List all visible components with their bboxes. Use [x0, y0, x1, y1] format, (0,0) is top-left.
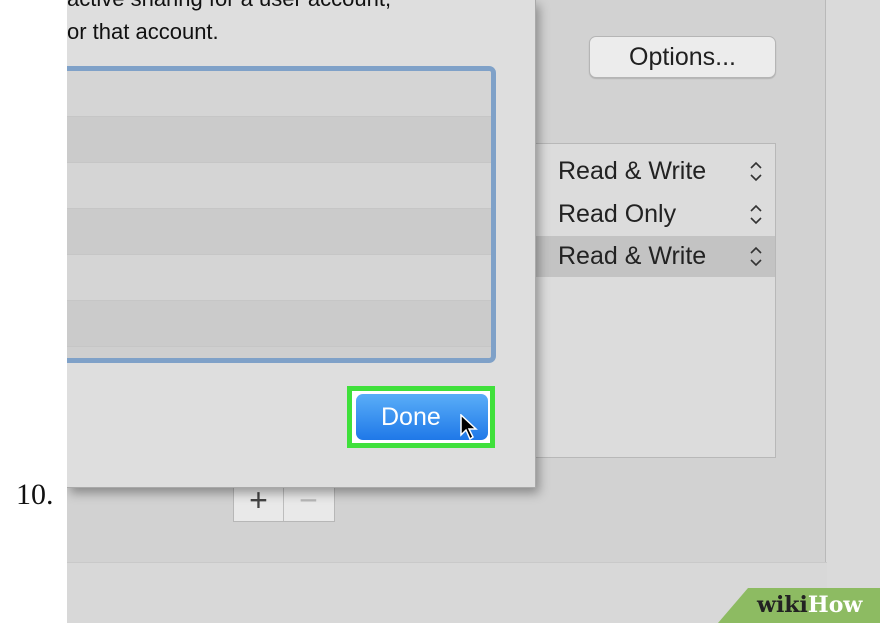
permission-row[interactable]: Read Only	[536, 194, 775, 235]
instruction-line-2: or that account.	[67, 19, 219, 44]
chevron-updown-icon[interactable]	[748, 151, 764, 192]
window-bottom-strip	[67, 562, 827, 623]
options-button[interactable]: Options...	[589, 36, 776, 78]
permission-row-selected[interactable]: Read & Write	[536, 236, 775, 277]
watermark-how: How	[807, 592, 863, 618]
list-item[interactable]	[67, 209, 491, 255]
users-list[interactable]	[67, 66, 496, 363]
chevron-updown-icon[interactable]	[748, 194, 764, 235]
step-number: 10.	[16, 478, 54, 511]
permission-row[interactable]: Read & Write	[536, 151, 775, 192]
permissions-table[interactable]: Read & Write Read Only Read & Write	[535, 143, 776, 458]
permission-label: Read Only	[558, 200, 677, 228]
wikihow-watermark: wikiHow	[757, 592, 862, 618]
list-item[interactable]	[67, 163, 491, 209]
watermark-wiki: wiki	[757, 592, 808, 618]
list-item[interactable]	[67, 301, 491, 347]
list-item[interactable]	[67, 255, 491, 301]
mouse-pointer-icon	[460, 414, 478, 440]
permission-label: Read & Write	[558, 242, 707, 270]
window-edge	[825, 0, 880, 623]
sharing-sheet: active sharing for a user account, or th…	[67, 0, 536, 488]
permission-label: Read & Write	[558, 157, 707, 185]
instruction-line-1: active sharing for a user account,	[67, 0, 391, 12]
list-item[interactable]	[67, 71, 491, 117]
chevron-updown-icon[interactable]	[748, 236, 764, 277]
list-item[interactable]	[67, 117, 491, 163]
screenshot-area: Options... Read & Write Read Only Read &…	[67, 0, 880, 623]
